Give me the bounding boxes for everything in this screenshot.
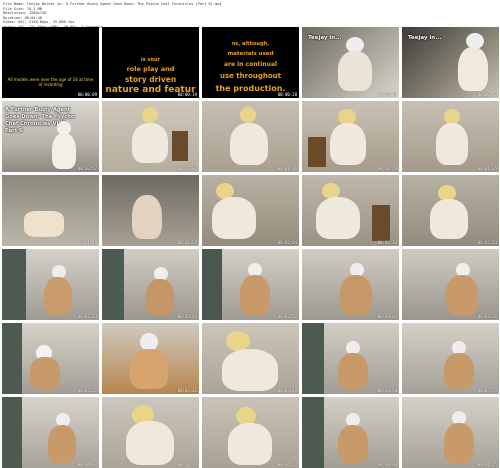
thumbnail-crawl-card[interactable]: is vour role play and story driven natur…: [102, 27, 199, 98]
thumbnail-scene[interactable]: 00:03:40: [202, 323, 299, 394]
timestamp-label: 00:02:04: [277, 240, 297, 245]
timestamp-label: 00:01:55: [177, 240, 197, 245]
overlay-title: Teejay in...: [408, 35, 442, 41]
crawl-line: story driven: [124, 75, 177, 84]
thumbnail-scene[interactable]: 00:03:21: [2, 323, 99, 394]
thumbnail-scene[interactable]: 00:02:33: [2, 249, 99, 320]
age-disclaimer-text: All models were over the age of 18 at ti…: [7, 77, 94, 87]
timestamp-label: 00:00:57: [77, 166, 97, 171]
timestamp-label: 00:03:31: [177, 388, 197, 393]
timestamp-label: 00:01:35: [477, 166, 497, 171]
thumbnail-scene[interactable]: 00:03:31: [102, 323, 199, 394]
crawl-line: role play and: [126, 65, 175, 73]
timestamp-label: 00:00:28: [277, 92, 297, 97]
timestamp-label: 00:03:02: [377, 314, 397, 319]
file-info-header: File Name: Teejay Walker in: A Further B…: [3, 2, 497, 30]
thumbnail-scene[interactable]: 00:02:43: [102, 249, 199, 320]
timestamp-label: 00:03:50: [377, 388, 397, 393]
thumbnail-scene[interactable]: 00:02:14: [302, 175, 399, 246]
timestamp-label: 00:02:23: [477, 240, 497, 245]
thumbnail-scene[interactable]: Teejay in... 00:00:47: [402, 27, 499, 98]
crawl-line: is vour: [140, 57, 161, 63]
overlay-title: Teejay in...: [308, 35, 342, 41]
timestamp-label: 00:02:33: [77, 314, 97, 319]
timestamp-label: 00:01:26: [377, 166, 397, 171]
timestamp-label: 00:01:07: [177, 166, 197, 171]
thumbnail-scene[interactable]: 00:01:45: [2, 175, 99, 246]
thumbnail-scene[interactable]: 00:01:35: [402, 101, 499, 172]
timestamp-label: 00:03:40: [277, 388, 297, 393]
timestamp-label: 00:00:09: [77, 92, 97, 97]
timestamp-label: 00:00:19: [177, 92, 197, 97]
timestamp-label: 00:04:45: [477, 462, 497, 467]
thumbnail-scene[interactable]: 00:04:19: [102, 397, 199, 468]
thumbnail-scene[interactable]: 00:03:11: [402, 249, 499, 320]
thumbnail-scene[interactable]: 00:01:16: [202, 101, 299, 172]
thumbnail-scene[interactable]: 00:03:50: [302, 323, 399, 394]
crawl-line: use throughout: [219, 72, 282, 80]
thumbnail-scene[interactable]: A Further Busty Agent Goes Down: The Psy…: [2, 101, 99, 172]
thumbnail-scene[interactable]: 00:04:28: [202, 397, 299, 468]
thumbnail-scene[interactable]: 00:04:38: [302, 397, 399, 468]
timestamp-label: 00:04:38: [377, 462, 397, 467]
thumbnail-title-card[interactable]: All models were over the age of 18 at ti…: [2, 27, 99, 98]
timestamp-label: 00:01:45: [77, 240, 97, 245]
thumbnail-scene[interactable]: 00:03:59: [402, 323, 499, 394]
timestamp-label: 00:03:59: [477, 388, 497, 393]
timestamp-label: 00:00:47: [477, 92, 497, 97]
thumbnail-scene[interactable]: 00:03:02: [302, 249, 399, 320]
timestamp-label: 00:02:43: [177, 314, 197, 319]
timestamp-label: 00:04:19: [177, 462, 197, 467]
thumbnail-scene[interactable]: 00:01:26: [302, 101, 399, 172]
thumbnail-scene[interactable]: 00:02:52: [202, 249, 299, 320]
timestamp-label: 00:04:09: [77, 462, 97, 467]
thumbnail-scene[interactable]: 00:01:07: [102, 101, 199, 172]
thumbnail-scene[interactable]: 00:02:04: [202, 175, 299, 246]
timestamp-label: 00:03:11: [477, 314, 497, 319]
timestamp-label: 00:00:38: [377, 92, 397, 97]
timestamp-label: 00:02:52: [277, 314, 297, 319]
crawl-line: ns, although,: [231, 41, 270, 47]
thumbnail-scene[interactable]: Teejay in... 00:00:38: [302, 27, 399, 98]
timestamp-label: 00:04:28: [277, 462, 297, 467]
timestamp-label: 00:02:14: [377, 240, 397, 245]
crawl-line: are in continual: [223, 61, 278, 68]
thumbnail-grid: All models were over the age of 18 at ti…: [2, 27, 499, 468]
thumbnail-scene[interactable]: 00:01:55: [102, 175, 199, 246]
thumbnail-crawl-card[interactable]: ns, although, materials used are in cont…: [202, 27, 299, 98]
timestamp-label: 00:03:21: [77, 388, 97, 393]
timestamp-label: 00:01:16: [277, 166, 297, 171]
thumbnail-scene[interactable]: 00:02:23: [402, 175, 499, 246]
crawl-line: materials used: [227, 51, 274, 57]
thumbnail-scene[interactable]: 00:04:45: [402, 397, 499, 468]
thumbnail-scene[interactable]: 00:04:09: [2, 397, 99, 468]
